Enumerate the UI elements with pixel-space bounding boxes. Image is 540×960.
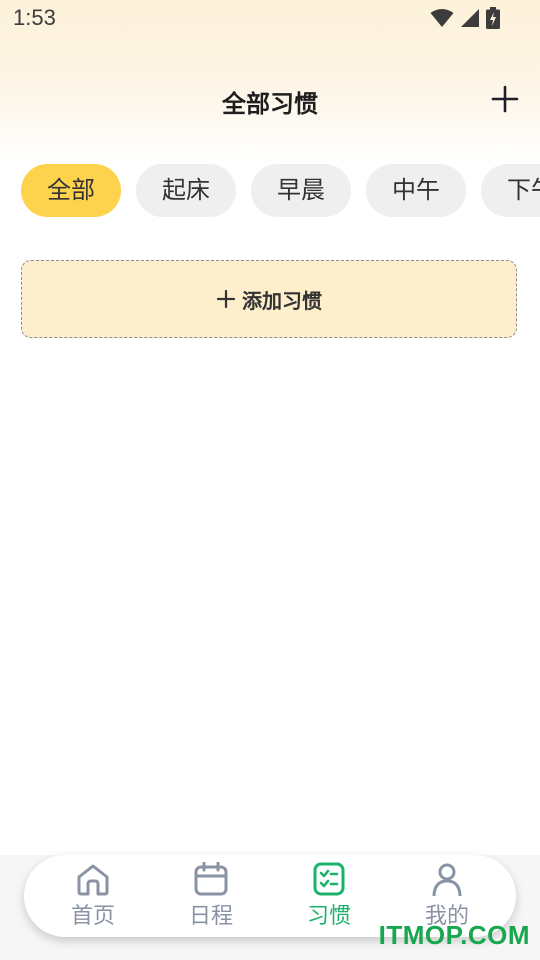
app-header: 全部习惯 (0, 72, 540, 128)
battery-icon (486, 7, 500, 33)
nav-home[interactable]: 首页 (43, 855, 143, 937)
add-habit-label: 添加习惯 (242, 288, 322, 313)
page-title: 全部习惯 (222, 90, 318, 118)
nav-schedule[interactable]: 日程 (161, 855, 261, 937)
category-tabs: 全部起床早晨中午下午 (21, 164, 540, 218)
tab-morning[interactable]: 早晨 (251, 164, 351, 217)
tab-all[interactable]: 全部 (21, 164, 121, 217)
nav-schedule-label: 日程 (188, 904, 233, 929)
plus-icon (216, 289, 236, 309)
tab-noon[interactable]: 中午 (366, 164, 466, 217)
add-habit-button[interactable]: 添加习惯 (21, 260, 517, 338)
signal-icon (460, 8, 480, 32)
wifi-icon (430, 8, 454, 32)
plus-icon (491, 85, 519, 113)
status-bar: 1:53 (0, 0, 540, 38)
nav-home-label: 首页 (70, 904, 115, 929)
checklist-icon (313, 862, 345, 896)
person-icon (432, 863, 462, 896)
status-icons (430, 7, 500, 33)
add-habit-plus-button[interactable] (488, 82, 522, 116)
status-time: 1:53 (13, 5, 56, 30)
calendar-icon (194, 862, 228, 896)
nav-habits[interactable]: 习惯 (279, 855, 379, 937)
tab-afternoon[interactable]: 下午 (481, 164, 540, 217)
tab-wake-up[interactable]: 起床 (136, 164, 236, 217)
home-icon (77, 864, 109, 896)
nav-habits-label: 习惯 (306, 904, 351, 929)
watermark: ITMOP.COM (378, 920, 530, 950)
